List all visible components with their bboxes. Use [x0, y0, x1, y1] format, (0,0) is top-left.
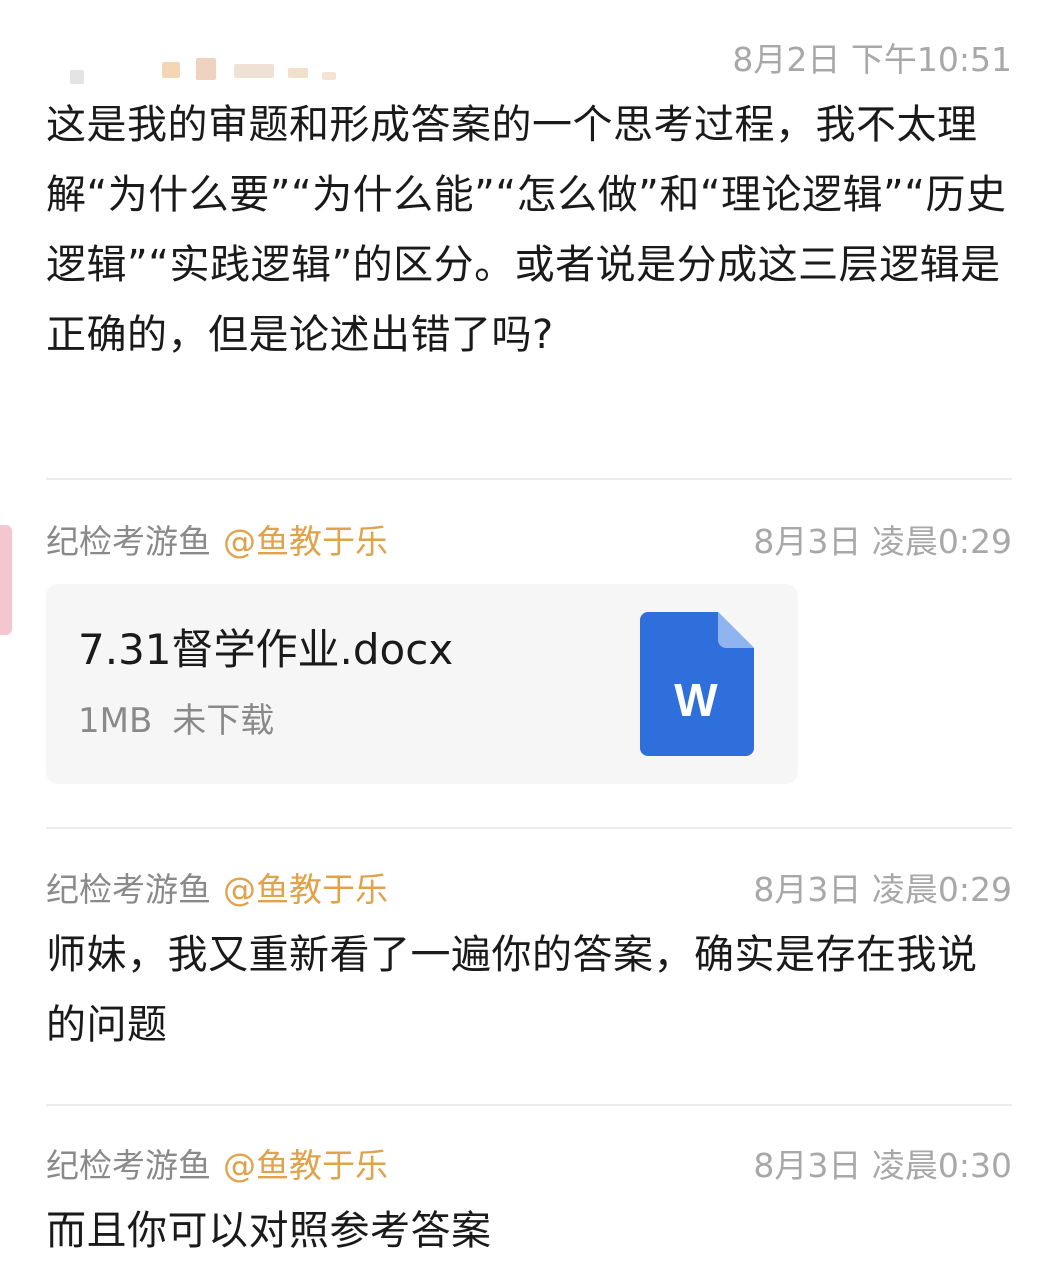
chat-thread: 8月2日 下午10:51 这是我的审题和形成答案的一个思考过程，我不太理解“为什… [0, 0, 1060, 1271]
message-text[interactable]: 这是我的审题和形成答案的一个思考过程，我不太理解“为什么要”“为什么能”“怎么做… [46, 90, 1012, 370]
file-download-status: 未下载 [172, 701, 275, 741]
sender-name[interactable]: 纪检考游鱼 @鱼教于乐 [46, 860, 388, 920]
word-doc-icon-letter: W [674, 674, 718, 726]
message-header: 纪检考游鱼 @鱼教于乐 8月3日 凌晨0:29 [46, 860, 1012, 920]
file-attachment-card[interactable]: 7.31督学作业.docx 1MB 未下载 W [46, 584, 798, 784]
message-header: 纪检考游鱼 @鱼教于乐 8月3日 凌晨0:29 [46, 512, 1012, 572]
mention-tag[interactable]: @鱼教于乐 [223, 870, 388, 909]
message-timestamp: 8月3日 凌晨0:29 [753, 522, 1012, 561]
message-timestamp: 8月3日 凌晨0:29 [753, 870, 1012, 909]
file-name: 7.31督学作业.docx [78, 625, 454, 674]
mention-tag[interactable]: @鱼教于乐 [223, 1146, 388, 1185]
message-text[interactable]: 而且你可以对照参考答案 [46, 1196, 1012, 1266]
message-timestamp: 8月3日 凌晨0:30 [753, 1146, 1012, 1185]
sender-name[interactable]: 纪检考游鱼 @鱼教于乐 [46, 512, 388, 572]
mention-tag[interactable]: @鱼教于乐 [223, 522, 388, 561]
file-meta: 1MB 未下载 [78, 696, 274, 746]
message-text[interactable]: 师妹，我又重新看了一遍你的答案，确实是存在我说的问题 [46, 920, 1012, 1060]
sender-name[interactable]: 纪检考游鱼 @鱼教于乐 [46, 1136, 388, 1196]
word-doc-icon: W [640, 612, 754, 756]
edge-sliver-decoration [0, 525, 12, 635]
message-header: 8月2日 下午10:51 [46, 30, 1012, 90]
message-divider [46, 827, 1012, 829]
file-size: 1MB [78, 701, 153, 741]
message-header: 纪检考游鱼 @鱼教于乐 8月3日 凌晨0:30 [46, 1136, 1012, 1196]
message-item: 纪检考游鱼 @鱼教于乐 8月3日 凌晨0:30 而且你可以对照参考答案 [46, 1136, 1012, 1266]
message-divider [46, 1104, 1012, 1106]
message-item: 纪检考游鱼 @鱼教于乐 8月3日 凌晨0:29 师妹，我又重新看了一遍你的答案，确… [46, 860, 1012, 1060]
message-item: 8月2日 下午10:51 这是我的审题和形成答案的一个思考过程，我不太理解“为什… [46, 30, 1012, 370]
message-divider [46, 478, 1012, 480]
message-timestamp: 8月2日 下午10:51 [732, 40, 1012, 79]
message-item: 纪检考游鱼 @鱼教于乐 8月3日 凌晨0:29 7.31督学作业.docx 1MB… [46, 512, 1012, 784]
sender-name-blurred [66, 48, 366, 88]
